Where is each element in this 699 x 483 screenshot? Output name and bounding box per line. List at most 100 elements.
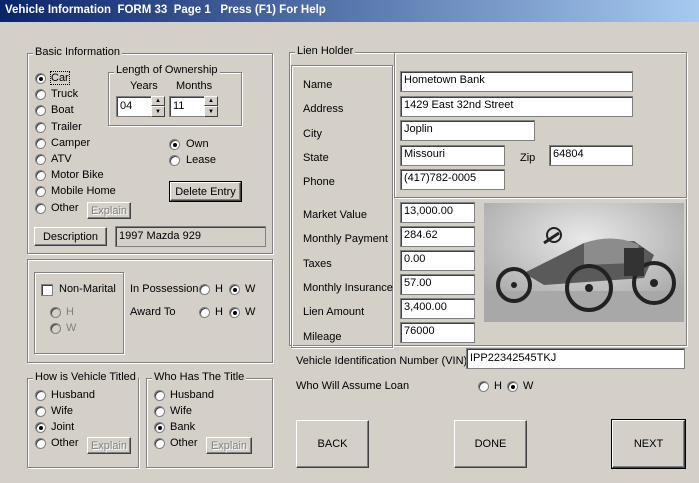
title-holder-legend: Who Has The Title — [152, 371, 247, 383]
assume-loan-w-label: W — [523, 380, 534, 392]
lien-amount-field[interactable]: 3,400.00 — [400, 298, 475, 319]
in-possession-h-label: H — [215, 283, 223, 295]
monthly-insurance-label: Monthly Insurance — [303, 282, 393, 294]
vehicle-type-camper-label: Camper — [51, 136, 91, 149]
vehicle-type-camper-radio[interactable] — [35, 137, 46, 149]
non-marital-w-radio[interactable] — [50, 323, 61, 334]
name-label: Name — [303, 79, 333, 91]
done-button[interactable]: DONE — [454, 420, 527, 468]
months-down-arrow-icon[interactable]: ▼ — [204, 106, 218, 117]
city-label: City — [303, 128, 322, 140]
lease-label: Lease — [186, 154, 216, 166]
non-marital-h-radio[interactable] — [50, 307, 61, 318]
vehicle-type-other-label: Other — [51, 201, 79, 214]
in-possession-h-radio[interactable] — [199, 284, 210, 295]
titled-explain-button[interactable]: Explain — [87, 437, 131, 454]
in-possession-w-radio[interactable] — [229, 284, 240, 295]
lease-radio[interactable] — [169, 155, 180, 166]
vehicle-type-truck-label: Truck — [51, 88, 79, 101]
holder-husband-label: Husband — [170, 389, 215, 401]
other-type-explain-button[interactable]: Explain — [87, 202, 131, 219]
award-to-h-radio[interactable] — [199, 307, 210, 318]
vehicle-type-atv-radio[interactable] — [35, 154, 46, 165]
address-field[interactable]: 1429 East 32nd Street — [400, 96, 633, 117]
zip-label: Zip — [520, 152, 536, 164]
taxes-field[interactable]: 0.00 — [400, 250, 475, 271]
vehicle-type-mobile-home-label: Mobile Home — [51, 185, 116, 198]
next-button[interactable]: NEXT — [611, 419, 686, 469]
non-marital-label: Non-Marital — [59, 283, 116, 295]
holder-other-radio[interactable] — [154, 438, 165, 449]
vehicle-type-motor-bike-label: Motor Bike — [51, 169, 104, 182]
assume-loan-h-radio[interactable] — [478, 381, 489, 392]
vehicle-type-car-label: Car — [50, 71, 70, 85]
years-label: Years — [130, 80, 158, 92]
description-field[interactable]: 1997 Mazda 929 — [115, 226, 266, 247]
months-label: Months — [176, 80, 213, 92]
titled-wife-radio[interactable] — [35, 406, 46, 417]
holder-other-label: Other — [170, 437, 198, 449]
zip-field[interactable]: 64804 — [549, 145, 633, 166]
titled-other-radio[interactable] — [35, 438, 46, 449]
holder-husband-radio[interactable] — [154, 390, 165, 401]
assume-loan-w-radio[interactable] — [507, 381, 518, 392]
lien-amount-label: Lien Amount — [303, 306, 365, 318]
titled-legend: How is Vehicle Titled — [33, 371, 138, 383]
award-to-h-label: H — [215, 306, 223, 318]
monthly-insurance-field[interactable]: 57.00 — [400, 274, 475, 295]
vehicle-type-trailer-label: Trailer — [51, 120, 82, 133]
monthly-payment-field[interactable]: 284.62 — [400, 226, 475, 247]
market-value-label: Market Value — [303, 209, 367, 221]
holder-bank-radio[interactable] — [154, 422, 165, 433]
phone-label: Phone — [303, 176, 335, 188]
own-radio[interactable] — [169, 139, 180, 150]
in-possession-w-label: W — [245, 283, 256, 295]
award-to-label: Award To — [130, 306, 176, 318]
months-up-arrow-icon[interactable]: ▲ — [204, 96, 218, 106]
name-field[interactable]: Hometown Bank — [400, 71, 633, 92]
antique-car-photo — [484, 203, 684, 322]
vin-label: Vehicle Identification Number (VIN) — [296, 355, 468, 367]
titled-wife-label: Wife — [51, 405, 73, 417]
market-value-field[interactable]: 13,000.00 — [400, 202, 475, 223]
vehicle-type-car-radio[interactable] — [35, 73, 46, 84]
ownership-legend: Length of Ownership — [114, 64, 220, 76]
taxes-label: Taxes — [303, 258, 332, 270]
lien-holder-legend: Lien Holder — [295, 45, 356, 57]
years-input[interactable]: 04 — [116, 96, 152, 117]
mileage-label: Mileage — [303, 331, 342, 343]
basic-information-legend: Basic Information — [33, 46, 122, 58]
holder-wife-radio[interactable] — [154, 406, 165, 417]
award-to-w-radio[interactable] — [229, 307, 240, 318]
vehicle-type-boat-label: Boat — [51, 104, 74, 117]
title-bar[interactable]: Vehicle Information FORM 33 Page 1 Press… — [0, 0, 699, 22]
titled-husband-radio[interactable] — [35, 390, 46, 401]
non-marital-w-label: W — [66, 322, 77, 334]
assume-loan-label: Who Will Assume Loan — [296, 380, 410, 392]
years-down-arrow-icon[interactable]: ▼ — [151, 106, 165, 117]
award-to-w-label: W — [245, 306, 256, 318]
city-field[interactable]: Joplin — [400, 120, 535, 141]
phone-field[interactable]: (417)782-0005 — [400, 169, 505, 190]
holder-explain-button[interactable]: Explain — [206, 437, 252, 454]
own-label: Own — [186, 138, 209, 150]
monthly-payment-label: Monthly Payment — [303, 233, 388, 245]
holder-bank-label: Bank — [170, 421, 196, 433]
description-button[interactable]: Description — [34, 227, 107, 246]
non-marital-checkbox[interactable] — [41, 284, 53, 296]
assume-loan-h-label: H — [494, 380, 502, 392]
vehicle-type-trailer-radio[interactable] — [35, 121, 46, 133]
back-button[interactable]: BACK — [296, 420, 369, 468]
titled-joint-label: Joint — [51, 421, 75, 433]
vehicle-type-atv-label: ATV — [51, 153, 72, 165]
years-up-arrow-icon[interactable]: ▲ — [151, 96, 165, 106]
titled-joint-radio[interactable] — [35, 422, 46, 433]
vehicle-type-other-radio[interactable] — [35, 202, 46, 214]
non-marital-h-label: H — [66, 306, 74, 318]
state-field[interactable]: Missouri — [400, 145, 505, 166]
mileage-field[interactable]: 76000 — [400, 322, 475, 343]
months-input[interactable]: 11 — [169, 96, 205, 117]
vin-field[interactable]: IPP22342545TKJ — [466, 348, 685, 369]
delete-entry-button[interactable]: Delete Entry — [169, 181, 242, 202]
state-label: State — [303, 152, 329, 164]
